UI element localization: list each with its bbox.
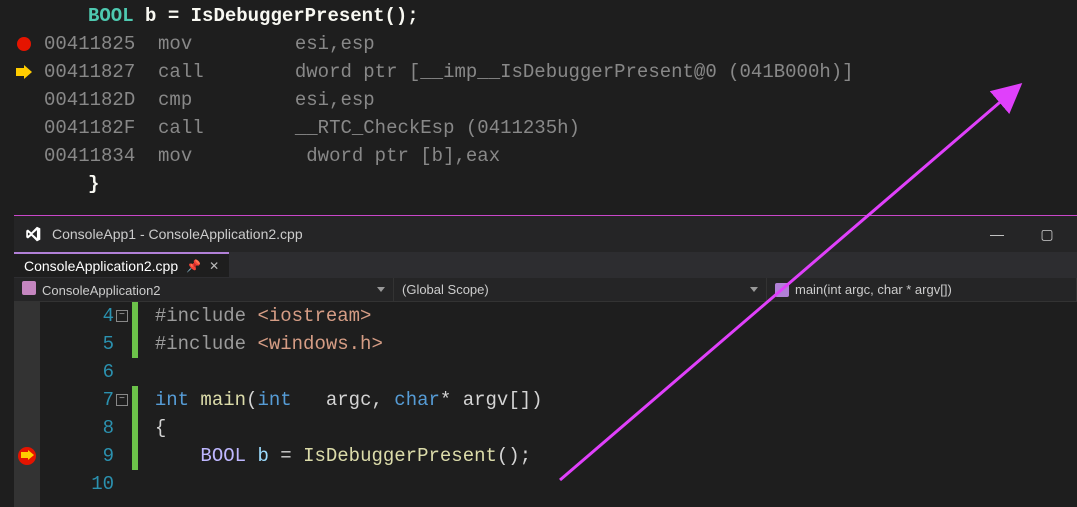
chevron-down-icon	[750, 287, 758, 292]
project-icon	[22, 281, 36, 295]
vs-window: ConsoleApp1 - ConsoleApplication2.cpp — …	[14, 215, 1077, 507]
line-number: 10	[40, 470, 114, 498]
code-line[interactable]	[132, 470, 1077, 498]
line-number: 7	[40, 386, 114, 414]
change-bar	[132, 414, 138, 442]
change-bar	[132, 302, 138, 330]
line-number: 8	[40, 414, 114, 442]
nav-scope-dropdown[interactable]: (Global Scope)	[394, 278, 767, 301]
line-number: 9	[40, 442, 114, 470]
window-title: ConsoleApp1 - ConsoleApplication2.cpp	[52, 226, 303, 242]
disasm-row: 00411834 mov dword ptr [b],eax	[0, 142, 1077, 170]
disasm-source-line: BOOL b = IsDebuggerPresent();	[0, 2, 1077, 30]
line-number: 6	[40, 358, 114, 386]
change-bar	[132, 330, 138, 358]
function-icon	[775, 283, 789, 297]
tabstrip: ConsoleApplication2.cpp 📌 ✕	[14, 252, 1077, 278]
pin-icon[interactable]: 📌	[186, 259, 201, 273]
vs-logo-icon	[24, 225, 42, 243]
glyph-margin[interactable]	[14, 302, 40, 507]
gutter	[0, 58, 44, 86]
minimize-button[interactable]: —	[977, 226, 1017, 242]
breakpoint-icon[interactable]	[17, 37, 31, 51]
code-line[interactable]: {	[132, 414, 1077, 442]
code-line[interactable]: #include <windows.h>	[132, 330, 1077, 358]
titlebar[interactable]: ConsoleApp1 - ConsoleApplication2.cpp — …	[14, 216, 1077, 252]
fold-icon[interactable]: −	[116, 394, 128, 406]
close-icon[interactable]: ✕	[209, 259, 219, 273]
change-bar	[132, 442, 138, 470]
nav-function-dropdown[interactable]: main(int argc, char * argv[])	[767, 278, 1077, 301]
tab-label: ConsoleApplication2.cpp	[24, 258, 178, 274]
change-bar	[132, 386, 138, 414]
chevron-down-icon	[377, 287, 385, 292]
fold-icon[interactable]: −	[116, 310, 128, 322]
gutter	[0, 30, 44, 58]
disasm-brace: }	[0, 170, 1077, 198]
maximize-button[interactable]: ▢	[1027, 226, 1067, 243]
disassembly-panel: BOOL b = IsDebuggerPresent(); 00411825 m…	[0, 0, 1077, 198]
nav-project-dropdown[interactable]: ConsoleApplication2	[14, 278, 394, 301]
code-line[interactable]	[132, 358, 1077, 386]
line-number: 5	[40, 330, 114, 358]
code-line[interactable]: BOOL b = IsDebuggerPresent();	[132, 442, 1077, 470]
tab-active[interactable]: ConsoleApplication2.cpp 📌 ✕	[14, 252, 229, 277]
line-number: 4	[40, 302, 114, 330]
disasm-row: 0041182D cmp esi,esp	[0, 86, 1077, 114]
code-line[interactable]: − int main(int argc, char* argv[])	[132, 386, 1077, 414]
disasm-row: 00411827 call dword ptr [__imp__IsDebugg…	[0, 58, 1077, 86]
disasm-row: 00411825 mov esi,esp	[0, 30, 1077, 58]
disasm-row: 0041182F call __RTC_CheckEsp (0411235h)	[0, 114, 1077, 142]
code-editor[interactable]: 45678910 − #include <iostream> #include …	[14, 302, 1077, 507]
breakpoint-current-icon[interactable]	[18, 447, 36, 465]
code-line[interactable]: − #include <iostream>	[132, 302, 1077, 330]
navigation-bar: ConsoleApplication2 (Global Scope) main(…	[14, 278, 1077, 302]
code-area[interactable]: − #include <iostream> #include <windows.…	[132, 302, 1077, 507]
